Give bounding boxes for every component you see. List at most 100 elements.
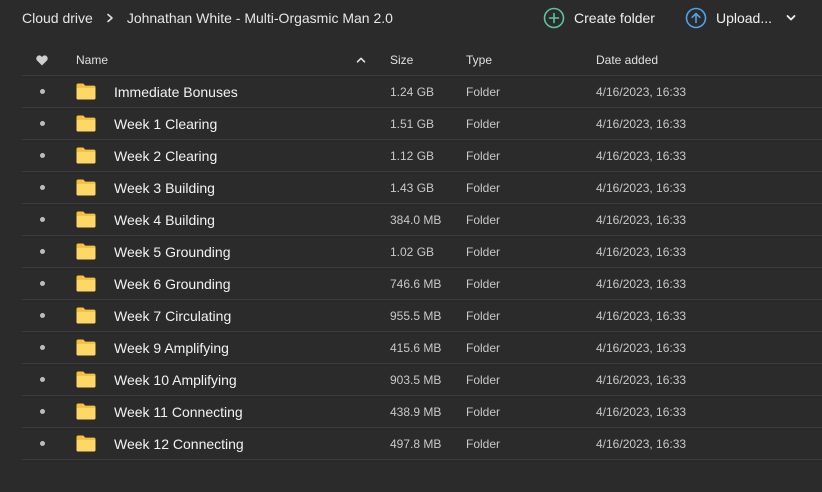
date-cell: 4/16/2023, 16:33 bbox=[596, 308, 687, 323]
type-column-header[interactable]: Type bbox=[466, 53, 596, 67]
name-cell: Week 11 Connecting bbox=[76, 403, 366, 420]
file-name: Week 5 Grounding bbox=[114, 243, 231, 260]
size-cell: 903.5 MB bbox=[390, 372, 442, 387]
table-row[interactable]: Week 9 Amplifying 415.6 MB Folder 4/16/2… bbox=[22, 332, 822, 364]
favourite-dot-icon bbox=[39, 217, 45, 222]
file-name: Week 2 Clearing bbox=[114, 147, 218, 164]
type-cell: Folder bbox=[466, 404, 501, 419]
create-folder-label: Create folder bbox=[574, 10, 655, 26]
table-row[interactable]: Week 5 Grounding 1.02 GB Folder 4/16/202… bbox=[22, 236, 822, 268]
file-name: Week 6 Grounding bbox=[114, 275, 231, 292]
favourite-toggle[interactable] bbox=[22, 185, 76, 190]
favourite-dot-icon bbox=[39, 377, 45, 382]
name-cell: Week 4 Building bbox=[76, 211, 366, 228]
table-row[interactable]: Week 6 Grounding 746.6 MB Folder 4/16/20… bbox=[22, 268, 822, 300]
create-folder-button[interactable]: Create folder bbox=[543, 7, 655, 29]
size-cell: 746.6 MB bbox=[390, 276, 442, 291]
date-cell: 4/16/2023, 16:33 bbox=[596, 116, 687, 131]
folder-icon bbox=[76, 243, 96, 260]
upload-label: Upload... bbox=[715, 10, 772, 26]
name-cell: Week 6 Grounding bbox=[76, 275, 366, 292]
favourite-dot-icon bbox=[39, 281, 45, 286]
name-cell: Week 5 Grounding bbox=[76, 243, 366, 260]
size-cell: 1.02 GB bbox=[390, 244, 435, 259]
type-cell: Folder bbox=[466, 276, 501, 291]
table-row[interactable]: Week 3 Building 1.43 GB Folder 4/16/2023… bbox=[22, 172, 822, 204]
upload-button[interactable]: Upload... bbox=[685, 7, 772, 29]
folder-icon bbox=[76, 307, 96, 324]
file-name: Week 11 Connecting bbox=[114, 403, 243, 420]
favourite-toggle[interactable] bbox=[22, 121, 76, 126]
favourite-toggle[interactable] bbox=[22, 313, 76, 318]
date-cell: 4/16/2023, 16:33 bbox=[596, 436, 687, 451]
name-cell: Week 3 Building bbox=[76, 179, 366, 196]
table-row[interactable]: Week 12 Connecting 497.8 MB Folder 4/16/… bbox=[22, 428, 822, 460]
date-cell: 4/16/2023, 16:33 bbox=[596, 276, 687, 291]
favourite-dot-icon bbox=[39, 249, 45, 254]
type-cell: Folder bbox=[466, 372, 501, 387]
favourite-toggle[interactable] bbox=[22, 345, 76, 350]
size-cell: 415.6 MB bbox=[390, 340, 442, 355]
folder-icon bbox=[76, 403, 96, 420]
size-cell: 1.51 GB bbox=[390, 116, 435, 131]
plus-circle-icon bbox=[543, 7, 565, 29]
table-row[interactable]: Week 4 Building 384.0 MB Folder 4/16/202… bbox=[22, 204, 822, 236]
favourite-dot-icon bbox=[39, 121, 45, 126]
folder-icon bbox=[76, 147, 96, 164]
heart-icon bbox=[36, 54, 48, 65]
favourite-toggle[interactable] bbox=[22, 153, 76, 158]
name-header-label: Name bbox=[76, 53, 109, 67]
favourite-toggle[interactable] bbox=[22, 89, 76, 94]
date-cell: 4/16/2023, 16:33 bbox=[596, 212, 687, 227]
name-cell: Week 2 Clearing bbox=[76, 147, 366, 164]
size-cell: 1.43 GB bbox=[390, 180, 435, 195]
upload-dropdown-toggle[interactable] bbox=[786, 13, 796, 23]
type-cell: Folder bbox=[466, 436, 501, 451]
table-row[interactable]: Week 11 Connecting 438.9 MB Folder 4/16/… bbox=[22, 396, 822, 428]
favourite-dot-icon bbox=[39, 409, 45, 414]
breadcrumb: Cloud drive Johnathan White - Multi-Orga… bbox=[22, 8, 393, 28]
toolbar-actions: Create folder Upload... bbox=[543, 6, 796, 30]
size-column-header[interactable]: Size bbox=[366, 53, 466, 67]
size-cell: 955.5 MB bbox=[390, 308, 442, 323]
date-cell: 4/16/2023, 16:33 bbox=[596, 244, 687, 259]
file-name: Week 4 Building bbox=[114, 211, 215, 228]
table-row[interactable]: Week 1 Clearing 1.51 GB Folder 4/16/2023… bbox=[22, 108, 822, 140]
type-cell: Folder bbox=[466, 116, 501, 131]
folder-icon bbox=[76, 115, 96, 132]
file-name: Week 9 Amplifying bbox=[114, 339, 229, 356]
file-name: Week 7 Circulating bbox=[114, 307, 232, 324]
folder-icon bbox=[76, 275, 96, 292]
table-row[interactable]: Week 7 Circulating 955.5 MB Folder 4/16/… bbox=[22, 300, 822, 332]
table-row[interactable]: Week 2 Clearing 1.12 GB Folder 4/16/2023… bbox=[22, 140, 822, 172]
upload-circle-icon bbox=[685, 7, 707, 29]
breadcrumb-current[interactable]: Johnathan White - Multi-Orgasmic Man 2.0 bbox=[127, 10, 393, 26]
favourite-toggle[interactable] bbox=[22, 409, 76, 414]
favourite-toggle[interactable] bbox=[22, 217, 76, 222]
date-cell: 4/16/2023, 16:33 bbox=[596, 340, 687, 355]
favourite-toggle[interactable] bbox=[22, 377, 76, 382]
file-name: Week 3 Building bbox=[114, 179, 215, 196]
file-name: Immediate Bonuses bbox=[114, 83, 238, 100]
top-bar: Cloud drive Johnathan White - Multi-Orga… bbox=[0, 0, 822, 40]
name-cell: Week 7 Circulating bbox=[76, 307, 366, 324]
type-cell: Folder bbox=[466, 308, 501, 323]
chevron-right-icon bbox=[107, 13, 113, 23]
table-row[interactable]: Immediate Bonuses 1.24 GB Folder 4/16/20… bbox=[22, 76, 822, 108]
favourite-toggle[interactable] bbox=[22, 281, 76, 286]
name-column-header[interactable]: Name bbox=[76, 53, 366, 67]
favourite-toggle[interactable] bbox=[22, 249, 76, 254]
favourite-dot-icon bbox=[39, 89, 45, 94]
size-cell: 384.0 MB bbox=[390, 212, 442, 227]
favourite-dot-icon bbox=[39, 313, 45, 318]
type-cell: Folder bbox=[466, 340, 501, 355]
favourite-toggle[interactable] bbox=[22, 441, 76, 446]
name-cell: Week 9 Amplifying bbox=[76, 339, 366, 356]
table-row[interactable]: Week 10 Amplifying 903.5 MB Folder 4/16/… bbox=[22, 364, 822, 396]
chevron-down-icon bbox=[786, 15, 796, 21]
date-column-header[interactable]: Date added bbox=[596, 53, 796, 67]
breadcrumb-root[interactable]: Cloud drive bbox=[22, 10, 93, 26]
table-header: Name Size Type Date added bbox=[22, 45, 822, 76]
favourite-column-header[interactable] bbox=[22, 54, 76, 66]
chevron-up-icon bbox=[356, 57, 366, 63]
